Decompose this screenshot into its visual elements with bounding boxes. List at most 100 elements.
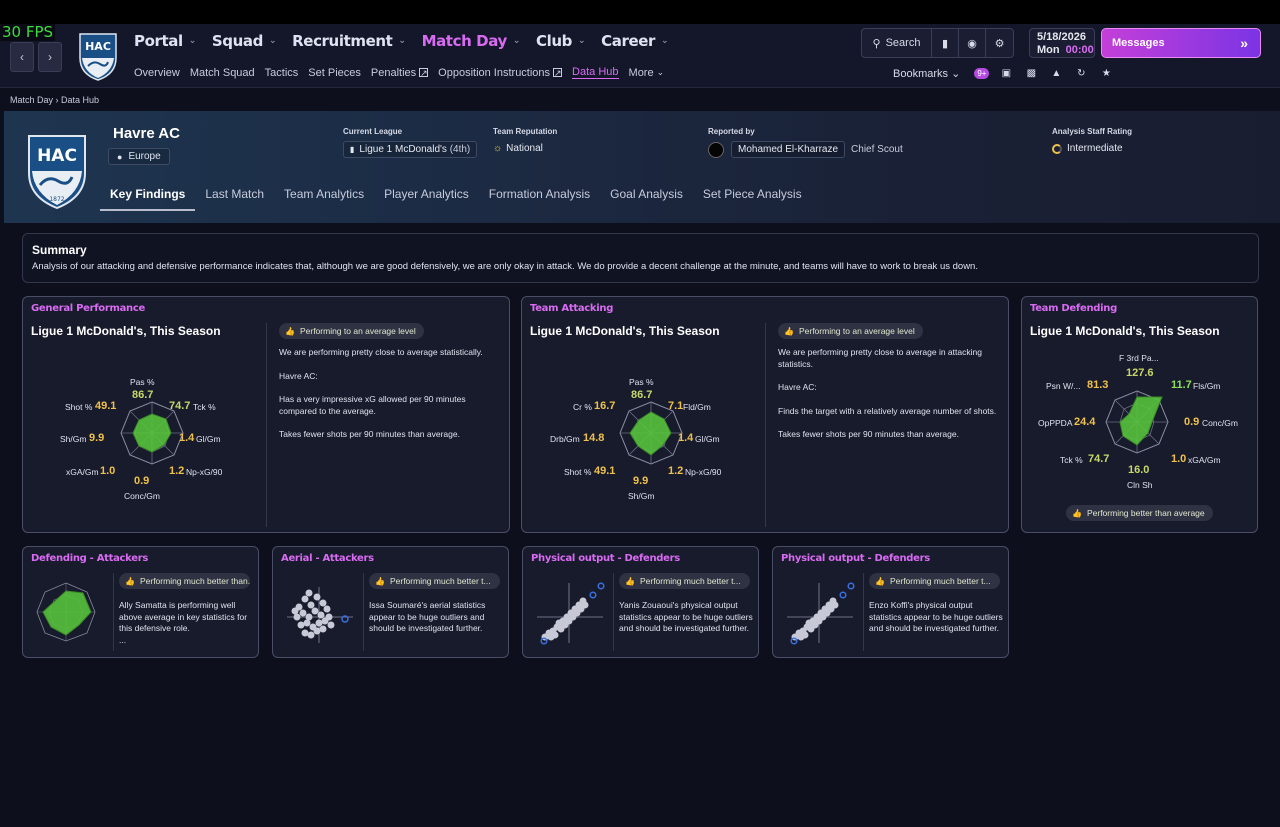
tab-player-analytics[interactable]: Player Analytics: [374, 181, 479, 211]
subnav-opposition-instructions[interactable]: Opposition Instructions ↗: [438, 66, 563, 79]
nav-recruitment[interactable]: Recruitment ⌄: [292, 32, 406, 50]
analysis-line: Takes fewer shots per 90 minutes than av…: [778, 429, 959, 439]
bookmark-icon[interactable]: ▮: [932, 29, 959, 57]
nav-match-day[interactable]: Match Day ⌄: [422, 32, 521, 50]
search-button[interactable]: ⚲ Search: [862, 29, 932, 57]
chevron-down-icon: ⌄: [951, 68, 961, 80]
defending-attackers-card[interactable]: Defending - Attackers 👍 Performing much b…: [22, 546, 259, 658]
rating-pill: 👍 Performing much better t...: [369, 573, 500, 589]
globe-icon[interactable]: ◉: [959, 29, 986, 57]
clipboard-icon[interactable]: ▩: [1024, 68, 1038, 79]
stadium-icon[interactable]: ▲: [1049, 68, 1063, 79]
team-reputation-info: Team Reputation ☼ National: [493, 127, 557, 154]
messages-button[interactable]: Messages »: [1101, 28, 1261, 58]
league-name: Ligue 1 McDonald's: [359, 144, 447, 155]
tab-formation-analysis[interactable]: Formation Analysis: [479, 181, 600, 211]
reporter-name[interactable]: Mohamed El-Kharraze: [731, 141, 846, 158]
tab-key-findings[interactable]: Key Findings: [100, 181, 196, 211]
radar-label: Cln Sh: [1127, 480, 1153, 490]
chevron-down-icon: ⌄: [512, 36, 521, 46]
radar-label: Shot %: [564, 467, 592, 477]
staff-rating-value: Intermediate: [1067, 143, 1123, 154]
bookmarks-dropdown[interactable]: Bookmarks ⌄: [893, 67, 960, 80]
radar-label: Pas %: [629, 377, 654, 387]
subnav-tactics[interactable]: Tactics: [265, 66, 299, 79]
card-title: Team Defending: [1030, 303, 1117, 314]
subnav-set-pieces[interactable]: Set Pieces: [308, 66, 361, 79]
club-name[interactable]: Havre AC: [113, 125, 180, 142]
analysis-text: Yanis Zouaoui's physical output statisti…: [619, 600, 753, 633]
reported-by-label: Reported by: [708, 127, 755, 136]
current-league-pill[interactable]: ▮ Ligue 1 McDonald's (4th): [343, 141, 478, 158]
nav-portal[interactable]: Portal ⌄: [134, 32, 196, 50]
general-performance-card[interactable]: General Performance Ligue 1 McDonald's, …: [22, 296, 510, 533]
main-nav: Portal ⌄ Squad ⌄ Recruitment ⌄ Match Day ⌄ C…: [134, 32, 684, 50]
physical-output-defenders-card-1[interactable]: Physical output - Defenders 👍 Performing …: [522, 546, 759, 658]
aerial-attackers-card[interactable]: Aerial - Attackers 👍 Performing much bett…: [272, 546, 509, 658]
refresh-icon[interactable]: ↻: [1074, 68, 1088, 79]
chevron-left-icon[interactable]: ‹: [10, 42, 34, 72]
summary-text: Analysis of our attacking and defensive …: [32, 261, 978, 272]
messages-label: Messages: [1112, 37, 1165, 49]
card-title: Defending - Attackers: [31, 553, 149, 564]
breadcrumb-parent[interactable]: Match Day: [10, 95, 53, 105]
current-league-label: Current League: [343, 127, 403, 136]
tab-team-analytics[interactable]: Team Analytics: [274, 181, 374, 211]
chat-icon[interactable]: 9+: [974, 68, 990, 79]
radar-value: 0.9: [1184, 416, 1200, 428]
gear-icon[interactable]: ⚙: [986, 29, 1013, 57]
radar-value: 7.1: [668, 400, 684, 412]
history-nav: ‹ ›: [10, 42, 66, 72]
tab-set-piece-analysis[interactable]: Set Piece Analysis: [693, 181, 812, 211]
subnav-data-hub[interactable]: Data Hub: [572, 66, 619, 79]
shirt-icon[interactable]: ▣: [999, 68, 1013, 79]
subnav-opposition-label: Opposition Instructions: [438, 66, 551, 79]
radar-value: 49.1: [95, 400, 117, 412]
radar-label: Conc/Gm: [124, 491, 160, 501]
trophy-icon[interactable]: ★: [1099, 68, 1113, 79]
radar-value: 1.4: [678, 432, 694, 444]
physical-output-defenders-card-2[interactable]: Physical output - Defenders 👍 Performing …: [772, 546, 1009, 658]
reputation-label: Team Reputation: [493, 127, 558, 136]
radar-value: 49.1: [594, 465, 616, 477]
subnav-more[interactable]: More ⌄: [629, 66, 665, 79]
search-label: Search: [885, 37, 921, 49]
subnav-penalties[interactable]: Penalties ↗: [371, 66, 429, 79]
subnav-match-squad[interactable]: Match Squad: [190, 66, 255, 79]
radar-value: 86.7: [631, 389, 653, 401]
toolbar-group: ⚲ Search ▮ ◉ ⚙: [861, 28, 1014, 58]
thumbs-up-icon: 👍: [375, 576, 385, 586]
chevron-down-icon: ⌄: [661, 36, 669, 46]
club-logo-small[interactable]: HAC: [78, 32, 118, 82]
avatar: [708, 141, 724, 158]
card-subtitle: Ligue 1 McDonald's, This Season: [1030, 324, 1220, 338]
radar-value: 0.9: [134, 475, 150, 487]
club-header: HAC 1872 Havre AC ● Europe Current League…: [4, 111, 1280, 223]
nav-career-label: Career: [601, 32, 656, 50]
card-divider: [363, 573, 364, 651]
league-position: (4th): [449, 144, 471, 155]
subnav-overview[interactable]: Overview: [134, 66, 180, 79]
radar-value: 16.7: [594, 400, 616, 412]
analysis-line: Finds the target with a relatively avera…: [778, 405, 997, 416]
team-attacking-card[interactable]: Team Attacking Ligue 1 McDonald's, This …: [521, 296, 1009, 533]
nav-club[interactable]: Club ⌄: [536, 32, 586, 50]
radar-label: Fls/Gm: [1193, 381, 1221, 391]
tab-last-match[interactable]: Last Match: [195, 181, 274, 211]
card-divider: [765, 323, 766, 527]
analysis-ellipsis: ...: [119, 634, 127, 645]
double-chevron-right-icon: »: [1240, 35, 1248, 51]
team-defending-card[interactable]: Team Defending Ligue 1 McDonald's, This …: [1021, 296, 1258, 533]
defending-radar: [1105, 390, 1169, 454]
tab-goal-analysis[interactable]: Goal Analysis: [600, 181, 693, 211]
rating-pill-label: Performing to an average level: [798, 326, 915, 336]
card-title: Physical output - Defenders: [781, 553, 930, 564]
rating-pill: 👍 Performing to an average level: [279, 323, 424, 339]
nav-squad[interactable]: Squad ⌄: [212, 32, 277, 50]
analysis-text: Ally Samatta is performing well above av…: [119, 600, 254, 646]
analysis-text: We are performing pretty close to averag…: [778, 347, 998, 453]
nav-career[interactable]: Career ⌄: [601, 32, 668, 50]
chevron-right-icon[interactable]: ›: [38, 42, 62, 72]
date-time[interactable]: 5/18/2026 Mon 00:00: [1029, 28, 1095, 58]
radar-label: Drb/Gm: [550, 434, 580, 444]
